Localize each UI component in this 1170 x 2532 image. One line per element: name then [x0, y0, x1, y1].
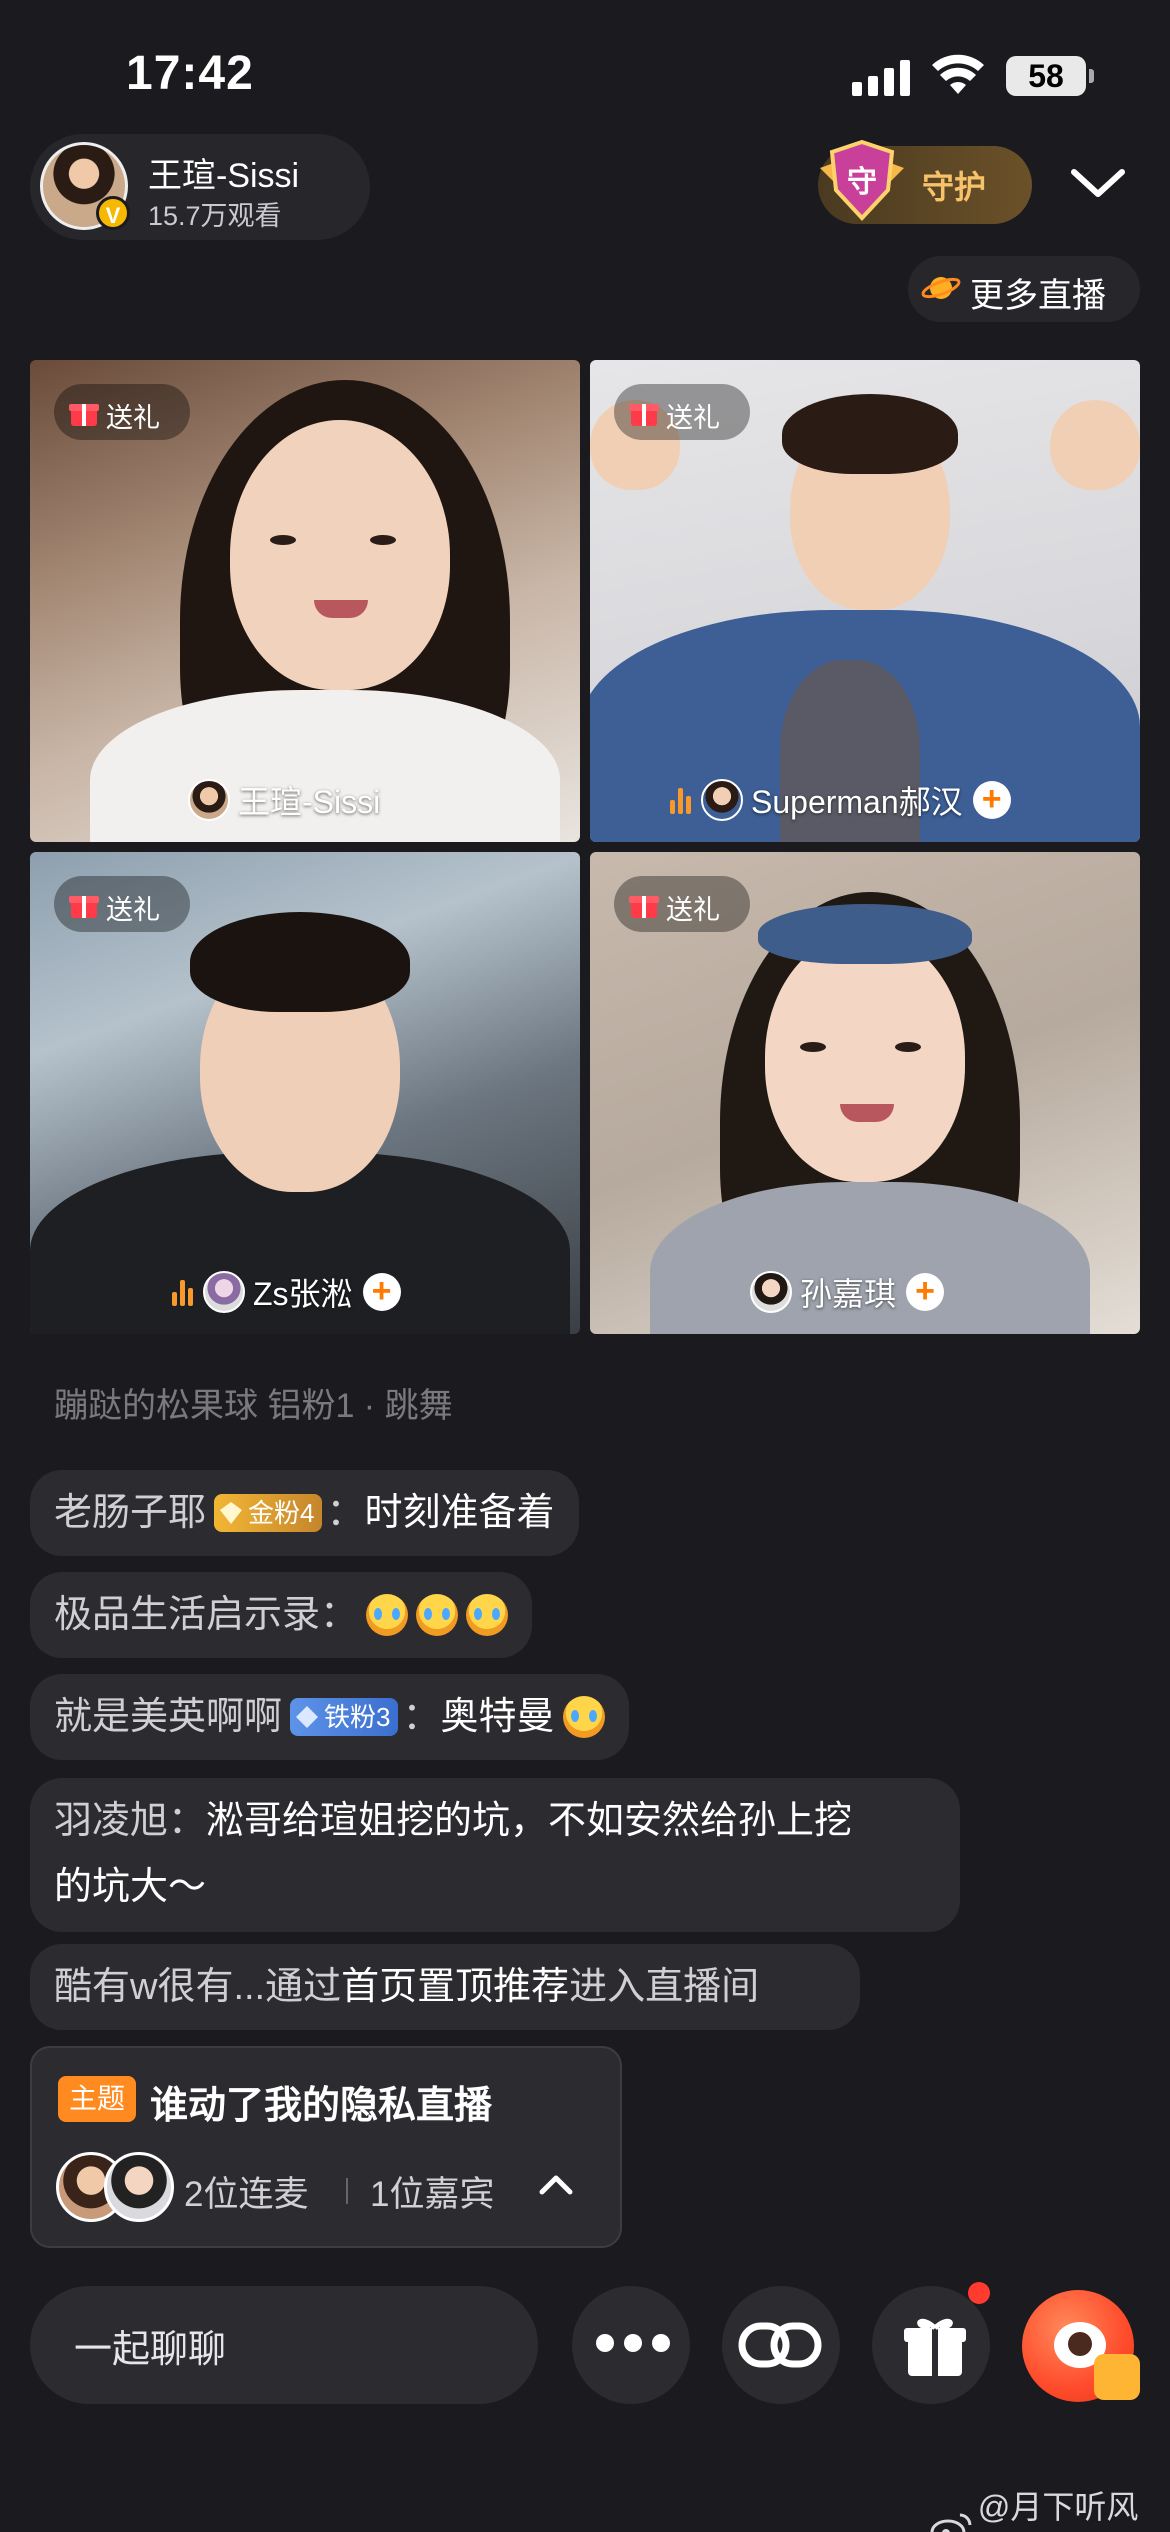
chat-content-line2: 的坑大～ [54, 1866, 207, 1908]
tile-name-row: 孙嘉琪 + [750, 1268, 945, 1316]
send-gift-label: 送礼 [666, 895, 720, 925]
thumbs-up-icon [1094, 2354, 1140, 2400]
send-gift-button[interactable]: 送礼 [54, 876, 190, 932]
topic-title: 谁动了我的隐私直播 [150, 2085, 493, 2127]
participant-name: 王瑄-Sissi [238, 784, 381, 820]
status-time: 17:42 [126, 47, 254, 100]
chat-input-placeholder: 一起聊聊 [74, 2329, 227, 2371]
cellular-signal-icon [852, 60, 912, 96]
crying-emoji-icon [562, 1696, 605, 1738]
send-gift-button[interactable]: 送礼 [54, 384, 190, 440]
chat-username[interactable]: 老肠子耶 [54, 1480, 206, 1546]
avatar [203, 1271, 245, 1313]
entry-source-highlight: 首页置顶推荐 [341, 1966, 570, 2008]
send-gift-label: 送礼 [106, 895, 160, 925]
speaking-indicator-icon [670, 786, 691, 814]
participant-name: Superman郝汉 [751, 784, 963, 820]
chat-username[interactable]: 羽凌旭 [54, 1800, 168, 1842]
chat-message[interactable]: 老肠子耶 金粉4 ： 时刻准备着 [30, 1470, 579, 1556]
avatar [701, 779, 743, 821]
guard-badge-char: 守 [847, 165, 877, 200]
status-bar: 17:42 58 [0, 0, 1170, 150]
entry-username[interactable]: 酷有w很有... [54, 1966, 265, 2008]
participant-name: Zs张淞 [253, 1276, 353, 1312]
chat-message-long[interactable]: 羽凌旭：淞哥给瑄姐挖的坑，不如安然给孙上挖 的坑大～ [30, 1778, 960, 1932]
chat-username[interactable]: 就是美英啊啊 [54, 1684, 282, 1750]
planet-icon [921, 277, 961, 299]
more-live-label: 更多直播 [970, 277, 1106, 315]
chat-content: 奥特曼 [440, 1696, 555, 1738]
gift-box-icon [904, 2318, 966, 2376]
guard-shield-icon: 守 [820, 139, 904, 221]
wifi-icon [932, 54, 984, 94]
chevron-down-icon[interactable] [1068, 158, 1128, 208]
crying-emoji-icon [366, 1594, 409, 1636]
gift-icon [629, 404, 659, 426]
send-gift-button[interactable]: 送礼 [614, 384, 750, 440]
chevron-up-icon[interactable] [536, 2170, 576, 2200]
gift-icon [69, 896, 99, 918]
video-tile-1[interactable]: 送礼 王瑄-Sissi [30, 360, 580, 842]
connected-count: 2位连麦 [184, 2175, 309, 2214]
host-name[interactable]: 王瑄-Sissi [148, 148, 299, 197]
topic-tag: 主题 [58, 2076, 136, 2122]
watermark-text: @月下听风儿 [977, 2489, 1139, 2525]
gift-icon [69, 404, 99, 426]
more-dots-icon [596, 2334, 670, 2352]
follow-plus-button[interactable]: + [362, 1273, 401, 1311]
notification-dot [968, 2282, 990, 2304]
host-face [230, 420, 450, 690]
topic-card[interactable]: 主题 谁动了我的隐私直播 2位连麦 1位嘉宾 [30, 2046, 622, 2248]
video-tile-3[interactable]: 送礼 Zs张淞 + [30, 852, 580, 1334]
verified-badge-icon: V [96, 196, 130, 230]
send-gift-label: 送礼 [666, 403, 720, 433]
participant-name: 孙嘉琪 [800, 1276, 897, 1312]
fan-badge: 铁粉3 [290, 1698, 399, 1736]
video-tile-4[interactable]: 送礼 孙嘉琪 + [590, 852, 1140, 1334]
chat-message[interactable]: 就是美英啊啊 铁粉3 ： 奥特曼 [30, 1674, 629, 1760]
chat-content: 时刻准备着 [364, 1492, 555, 1534]
guard-label: 守护 [922, 169, 987, 205]
avatar [750, 1271, 792, 1313]
tile-name-row: Zs张淞 + [172, 1268, 401, 1316]
system-entry-message: 酷有w很有...通过首页置顶推荐进入直播间 [30, 1944, 860, 2030]
fan-badge: 金粉4 [214, 1494, 323, 1532]
follow-plus-button[interactable]: + [972, 781, 1011, 819]
link-icon [738, 2322, 822, 2368]
battery-indicator: 58 [1006, 56, 1094, 96]
divider [346, 2178, 348, 2204]
gift-icon [629, 896, 659, 918]
video-tile-2[interactable]: 送礼 Superman郝汉 + [590, 360, 1140, 842]
send-gift-label: 送礼 [106, 403, 160, 433]
faded-message-text: 蹦跶的松果球 铝粉1 · 跳舞 [54, 1388, 453, 1425]
chat-faded-message: 蹦跶的松果球 铝粉1 · 跳舞 [30, 1388, 630, 1438]
chat-message[interactable]: 极品生活启示录 ： [30, 1572, 533, 1658]
weibo-logo-icon [930, 2513, 972, 2532]
fan-badge-label: 铁粉3 [324, 1702, 391, 1732]
avatar [104, 2152, 174, 2222]
crying-emoji-icon [466, 1594, 509, 1636]
follow-plus-button[interactable]: + [906, 1273, 945, 1311]
gem-icon [220, 1502, 243, 1524]
fan-badge-label: 金粉4 [248, 1498, 315, 1528]
viewer-count: 15.7万观看 [148, 201, 282, 231]
guest-face [765, 932, 965, 1182]
avatar [188, 779, 230, 821]
chat-username[interactable]: 极品生活启示录 [54, 1582, 320, 1648]
tile-name-row: Superman郝汉 + [670, 776, 1011, 824]
diamond-icon [296, 1706, 319, 1728]
watermark: @月下听风儿 [930, 2482, 1170, 2532]
speaking-indicator-icon [172, 1278, 193, 1306]
send-gift-button[interactable]: 送礼 [614, 876, 750, 932]
chat-content-line1: 淞哥给瑄姐挖的坑，不如安然给孙上挖 [206, 1800, 853, 1842]
guest-count: 1位嘉宾 [370, 2175, 495, 2214]
tile-name-row: 王瑄-Sissi [188, 776, 380, 824]
crying-emoji-icon [416, 1594, 459, 1636]
